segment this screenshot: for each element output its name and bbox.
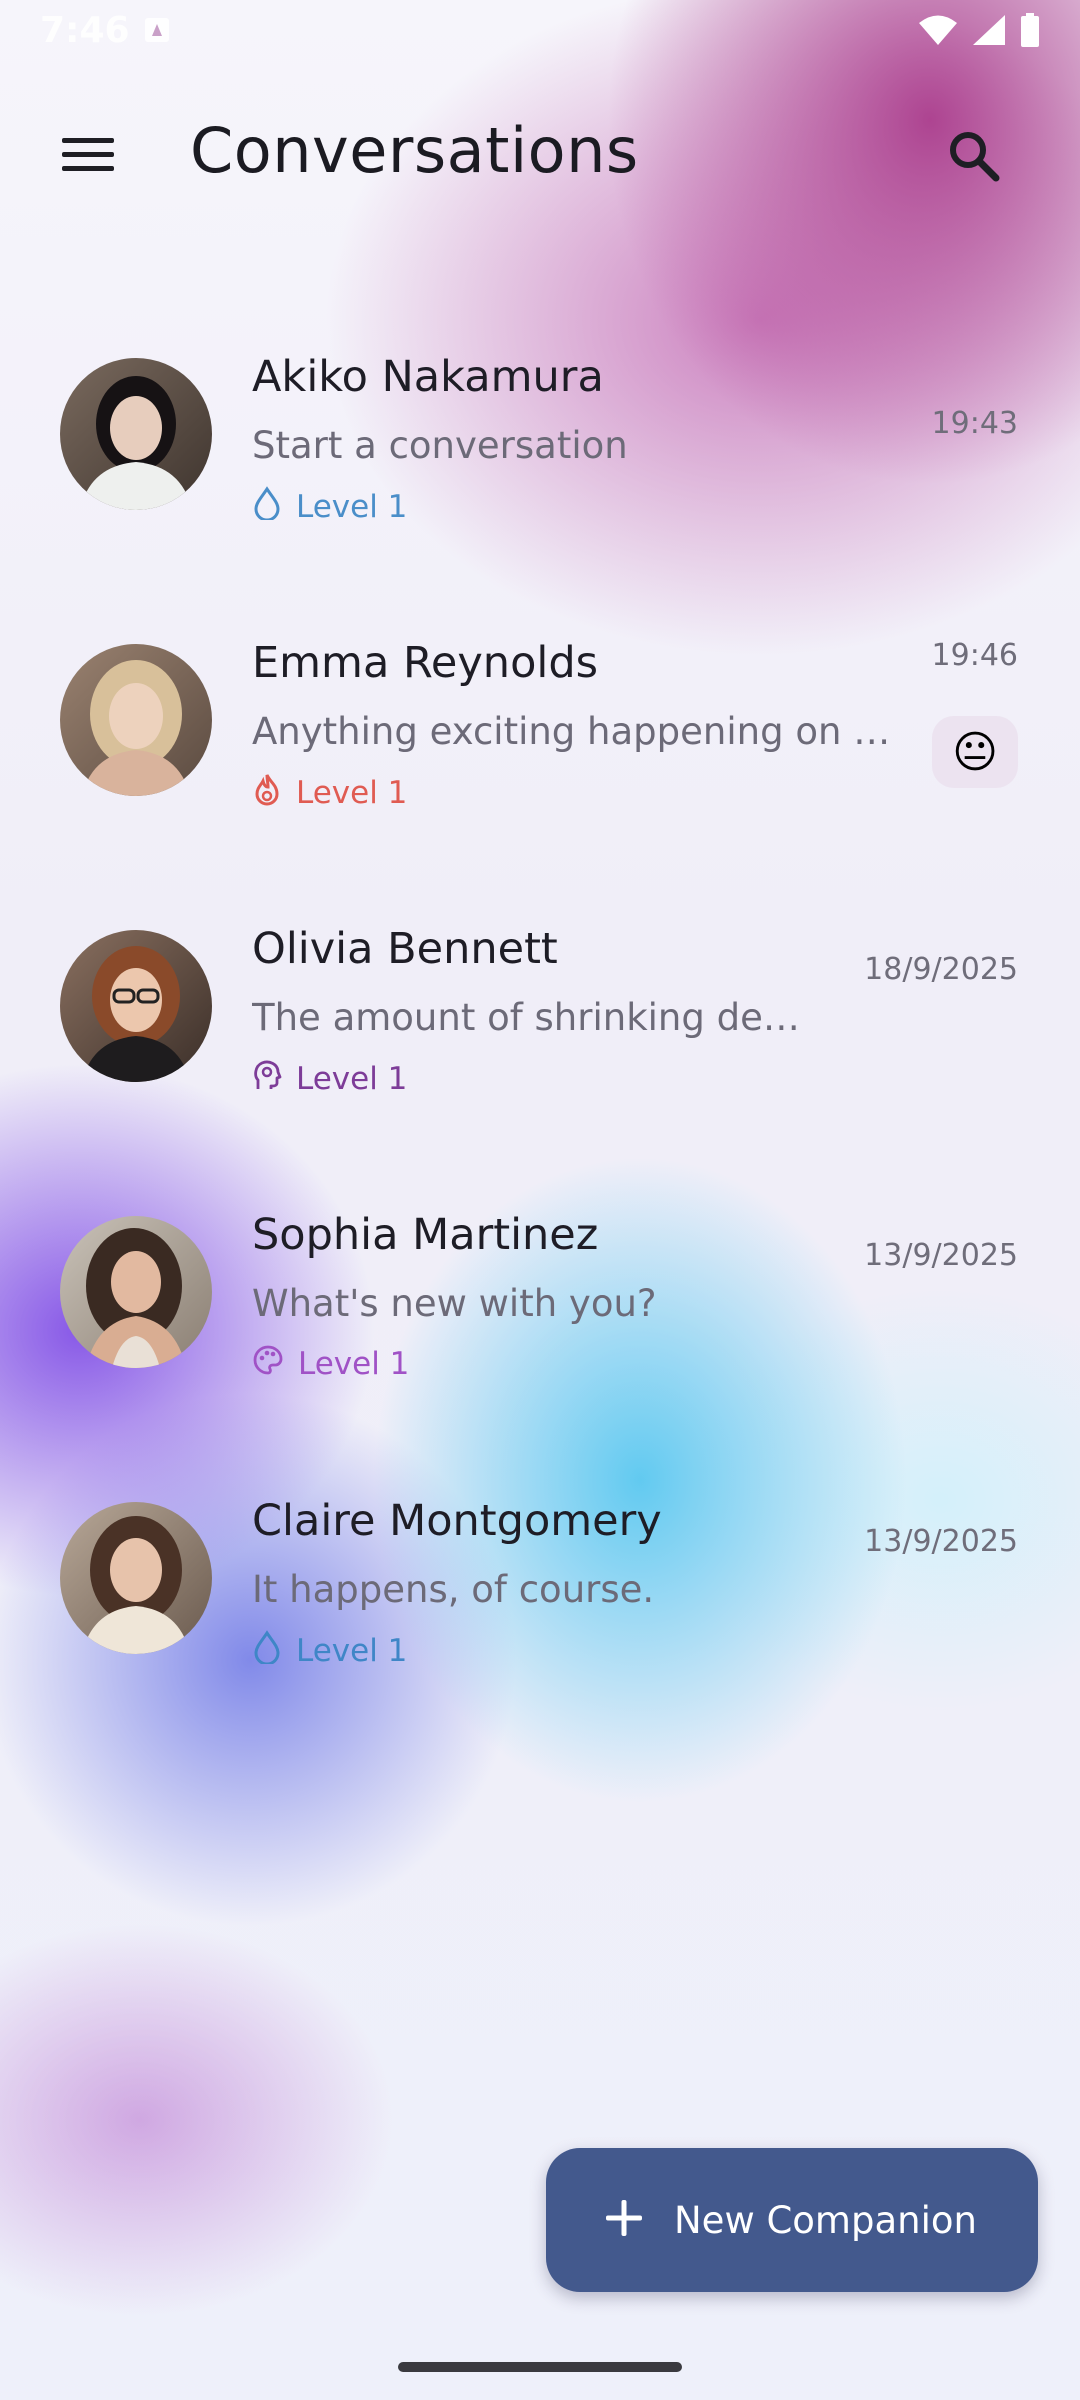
status-time: 7:46 bbox=[40, 9, 130, 51]
status-bar: 7:46 bbox=[0, 0, 1080, 60]
level-label: Level 1 bbox=[296, 775, 408, 811]
level-badge: Level 1 bbox=[252, 1344, 409, 1384]
timestamp: 13/9/2025 bbox=[864, 1238, 1018, 1273]
timestamp: 13/9/2025 bbox=[864, 1524, 1018, 1559]
message-preview: The amount of shrinking de… bbox=[252, 996, 800, 1039]
water-drop-icon bbox=[252, 1630, 282, 1672]
message-preview: Anything exciting happening on … bbox=[252, 710, 891, 753]
mood-emoji-badge[interactable]: 😐 bbox=[932, 716, 1018, 788]
page-title: Conversations bbox=[190, 114, 639, 187]
timestamp: 19:46 bbox=[931, 638, 1018, 673]
search-button[interactable] bbox=[940, 124, 1008, 192]
avatar bbox=[60, 930, 212, 1082]
level-badge: Level 1 bbox=[252, 1058, 407, 1100]
wifi-icon bbox=[918, 14, 958, 46]
level-label: Level 1 bbox=[296, 489, 408, 525]
battery-icon bbox=[1020, 13, 1040, 47]
contact-name: Olivia Bennett bbox=[252, 924, 558, 974]
notification-icon bbox=[144, 17, 170, 43]
conversation-row[interactable]: Akiko Nakamura Start a conversation Leve… bbox=[0, 340, 1080, 540]
home-indicator[interactable] bbox=[398, 2362, 682, 2372]
conversation-row[interactable]: Emma Reynolds Anything exciting happenin… bbox=[0, 626, 1080, 826]
palette-icon bbox=[252, 1344, 284, 1384]
level-label: Level 1 bbox=[296, 1633, 408, 1669]
timestamp: 18/9/2025 bbox=[864, 952, 1018, 987]
contact-name: Akiko Nakamura bbox=[252, 352, 604, 402]
level-badge: Level 1 bbox=[252, 772, 407, 814]
brain-head-icon bbox=[252, 1058, 282, 1100]
water-drop-icon bbox=[252, 486, 282, 528]
level-label: Level 1 bbox=[298, 1346, 410, 1382]
search-icon bbox=[947, 129, 1001, 187]
plus-icon bbox=[602, 2196, 646, 2244]
fab-label: New Companion bbox=[674, 2198, 977, 2242]
conversation-row[interactable]: Claire Montgomery It happens, of course.… bbox=[0, 1484, 1080, 1684]
contact-name: Claire Montgomery bbox=[252, 1496, 662, 1546]
message-preview: What's new with you? bbox=[252, 1282, 657, 1325]
timestamp: 19:43 bbox=[931, 406, 1018, 441]
message-preview: Start a conversation bbox=[252, 424, 628, 467]
app-bar: Conversations bbox=[0, 100, 1080, 212]
menu-icon bbox=[60, 134, 116, 178]
contact-name: Sophia Martinez bbox=[252, 1210, 599, 1260]
flame-icon bbox=[252, 772, 282, 814]
new-companion-button[interactable]: New Companion bbox=[546, 2148, 1038, 2292]
avatar bbox=[60, 358, 212, 510]
avatar bbox=[60, 1216, 212, 1368]
avatar bbox=[60, 1502, 212, 1654]
level-badge: Level 1 bbox=[252, 486, 407, 528]
message-preview: It happens, of course. bbox=[252, 1568, 655, 1611]
level-label: Level 1 bbox=[296, 1061, 408, 1097]
menu-button[interactable] bbox=[60, 124, 148, 188]
contact-name: Emma Reynolds bbox=[252, 638, 599, 688]
conversation-row[interactable]: Olivia Bennett The amount of shrinking d… bbox=[0, 912, 1080, 1112]
avatar bbox=[60, 644, 212, 796]
cell-signal-icon bbox=[972, 14, 1006, 46]
conversation-row[interactable]: Sophia Martinez What's new with you? Lev… bbox=[0, 1198, 1080, 1398]
level-badge: Level 1 bbox=[252, 1630, 407, 1672]
